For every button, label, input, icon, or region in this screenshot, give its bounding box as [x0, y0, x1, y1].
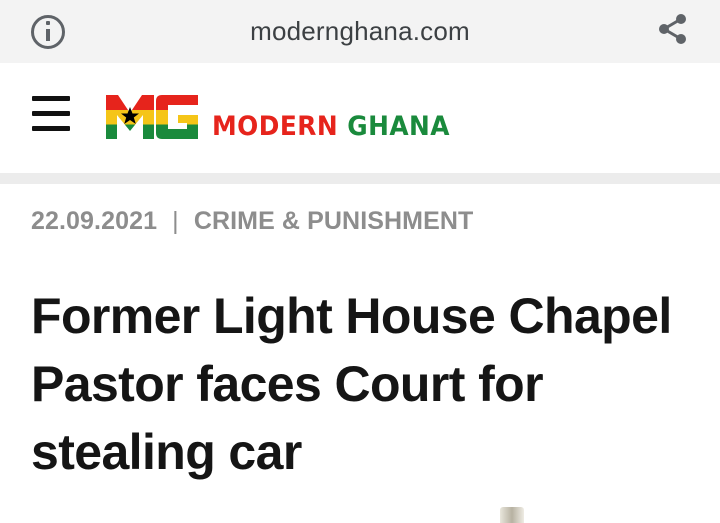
article-meta: 22.09.2021 | CRIME & PUNISHMENT	[31, 207, 473, 236]
hamburger-menu-icon[interactable]	[32, 96, 72, 136]
url-text[interactable]: modernghana.com	[0, 0, 720, 63]
share-icon[interactable]	[656, 12, 688, 46]
brand-word-ghana: GHANA	[347, 111, 450, 142]
header-divider	[0, 173, 720, 184]
site-header: MODERN GHANA	[0, 63, 720, 173]
article-category[interactable]: CRIME & PUNISHMENT	[194, 207, 474, 235]
brand-name: MODERN GHANA	[212, 111, 450, 142]
brand-word-modern: MODERN	[212, 111, 339, 142]
article-headline: Former Light House Chapel Pastor faces C…	[31, 288, 672, 480]
article-image-partial	[500, 507, 524, 523]
article-date: 22.09.2021	[31, 207, 158, 235]
meta-separator: |	[172, 207, 179, 235]
browser-url-bar: modernghana.com	[0, 0, 720, 63]
